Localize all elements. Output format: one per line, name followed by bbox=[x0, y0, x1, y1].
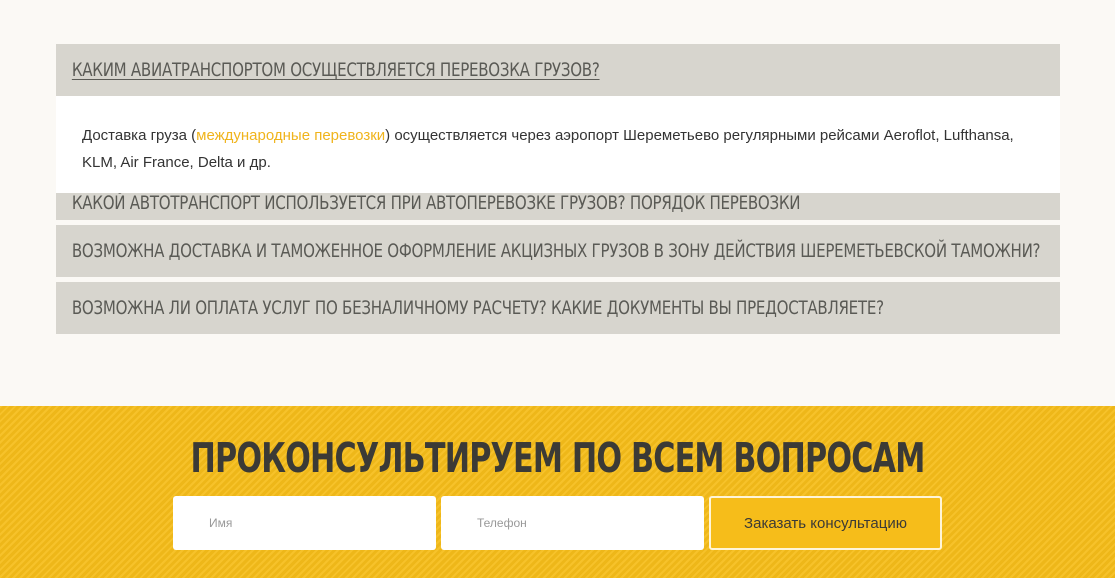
faq-question[interactable]: ВОЗМОЖНА ЛИ ОПЛАТА УСЛУГ ПО БЕЗНАЛИЧНОМУ… bbox=[56, 282, 1059, 334]
name-input[interactable] bbox=[173, 496, 436, 550]
consultation-section: ПРОКОНСУЛЬТИРУЕМ ПО ВСЕМ ВОПРОСАМ Заказа… bbox=[0, 406, 1115, 578]
phone-input[interactable] bbox=[441, 496, 704, 550]
faq-question[interactable]: КАКИМ АВИАТРАНСПОРТОМ ОСУЩЕСТВЛЯЕТСЯ ПЕР… bbox=[56, 44, 1059, 96]
faq-item: ВОЗМОЖНА ЛИ ОПЛАТА УСЛУГ ПО БЕЗНАЛИЧНОМУ… bbox=[56, 282, 1060, 334]
answer-text: Доставка груза ( bbox=[82, 127, 197, 144]
international-shipping-link[interactable]: международные перевозки bbox=[196, 127, 385, 144]
faq-item: ВОЗМОЖНА ДОСТАВКА И ТАМОЖЕННОЕ ОФОРМЛЕНИ… bbox=[56, 225, 1060, 277]
order-consultation-button[interactable]: Заказать консультацию bbox=[709, 496, 942, 550]
faq-answer: Доставка груза (международные перевозки)… bbox=[56, 96, 1060, 196]
faq-accordion: КАКИМ АВИАТРАНСПОРТОМ ОСУЩЕСТВЛЯЕТСЯ ПЕР… bbox=[56, 44, 1060, 339]
faq-item: КАКИМ АВИАТРАНСПОРТОМ ОСУЩЕСТВЛЯЕТСЯ ПЕР… bbox=[56, 44, 1060, 196]
faq-question[interactable]: КАКОЙ АВТОТРАНСПОРТ ИСПОЛЬЗУЕТСЯ ПРИ АВТ… bbox=[56, 193, 1059, 220]
faq-question[interactable]: ВОЗМОЖНА ДОСТАВКА И ТАМОЖЕННОЕ ОФОРМЛЕНИ… bbox=[56, 225, 1059, 277]
consultation-title: ПРОКОНСУЛЬТИРУЕМ ПО ВСЕМ ВОПРОСАМ bbox=[190, 434, 925, 482]
faq-item: КАКОЙ АВТОТРАНСПОРТ ИСПОЛЬЗУЕТСЯ ПРИ АВТ… bbox=[56, 193, 1060, 220]
